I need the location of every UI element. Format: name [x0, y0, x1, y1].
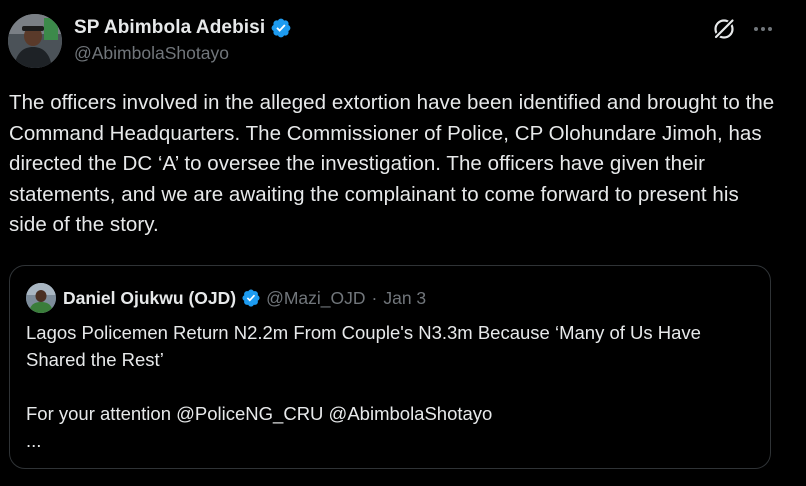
verified-badge-icon[interactable]: [241, 288, 261, 308]
quoted-handle[interactable]: @Mazi_OJD: [266, 288, 365, 309]
more-options-button[interactable]: [748, 14, 778, 44]
quoted-header: Daniel Ojukwu (OJD) @Mazi_OJD · Jan 3: [63, 285, 426, 311]
grok-icon: [713, 18, 735, 40]
author-display-name[interactable]: SP Abimbola Adebisi: [74, 17, 265, 39]
author-avatar[interactable]: [8, 14, 62, 68]
tweet-text: The officers involved in the alleged ext…: [9, 91, 775, 237]
quoted-author-avatar[interactable]: [26, 283, 56, 313]
separator-dot: ·: [371, 287, 378, 308]
tweet: SP Abimbola Adebisi @AbimbolaShotayo The…: [0, 0, 806, 486]
grok-button[interactable]: [709, 14, 739, 44]
quoted-tweet-card[interactable]: Daniel Ojukwu (OJD) @Mazi_OJD · Jan 3 La…: [9, 265, 771, 469]
author-header: SP Abimbola Adebisi @AbimbolaShotayo: [74, 14, 292, 64]
verified-badge-icon[interactable]: [270, 17, 292, 39]
quoted-tweet-text: Lagos Policemen Return N2.2m From Couple…: [26, 322, 701, 451]
quoted-display-name[interactable]: Daniel Ojukwu (OJD): [63, 288, 236, 309]
profile-photo-icon: [8, 14, 62, 68]
quoted-date[interactable]: Jan 3: [383, 288, 426, 309]
more-icon: [754, 27, 772, 31]
author-handle[interactable]: @AbimbolaShotayo: [74, 43, 292, 64]
profile-photo-icon: [26, 283, 56, 313]
